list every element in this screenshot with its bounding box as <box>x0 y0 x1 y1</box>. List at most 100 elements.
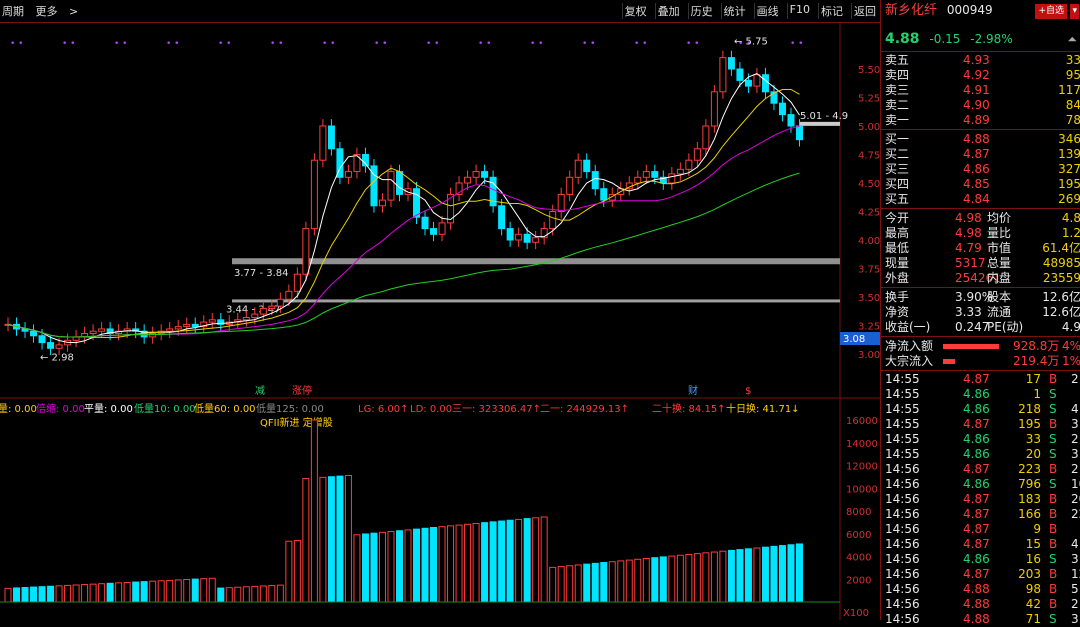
candle-body <box>557 193 565 212</box>
toolbar-button-2[interactable]: 历史 <box>687 3 715 19</box>
toolbar-button-0[interactable]: 复权 <box>621 3 649 19</box>
stat-label: 换手 <box>885 290 910 304</box>
tick-side: B <box>1049 597 1058 611</box>
ask-label: 卖三 <box>885 83 910 97</box>
signal-dot: • • <box>218 39 231 49</box>
toolbar-button-4[interactable]: 画线 <box>753 3 781 19</box>
tick-price: 4.86 <box>963 402 990 416</box>
collapse-icon[interactable]: ⏶ <box>1067 32 1077 47</box>
tick-count: 2 <box>1071 462 1079 476</box>
indicator-d: 低量10: 0.00 <box>134 402 196 415</box>
kline-chart-svg[interactable]: 5.50 5.25 5.00 4.75 4.50 4.25 4.00 3.75 3.50 3.25… <box>0 22 880 620</box>
toolbar-button-7[interactable]: 返回 <box>851 3 878 19</box>
indicator-e: 低量60: 0.00 <box>194 402 256 415</box>
candle-body <box>259 307 267 315</box>
tick-count: 2 <box>1071 432 1079 446</box>
tick-volume: 42 <box>1025 597 1041 611</box>
candle-body <box>778 102 786 116</box>
volume-bar <box>574 564 582 603</box>
candle-body <box>166 328 174 332</box>
stat-value: 4.98 <box>955 211 982 225</box>
divider <box>881 336 1080 337</box>
tick-count: 22 <box>1071 507 1080 521</box>
tick-count: 4 <box>1071 537 1079 551</box>
volume-bar <box>753 547 761 603</box>
volume-tick-label: 2000 <box>846 575 871 586</box>
more-button[interactable]: 更多 > <box>36 5 87 18</box>
volume-bar <box>421 527 429 603</box>
tick-side: B <box>1049 507 1058 521</box>
volume-bar <box>744 548 752 603</box>
tick-row-15: 14:56 4.88 42 B 2 <box>885 597 1080 612</box>
ask-price: 4.93 <box>963 53 990 67</box>
tick-side: S <box>1049 402 1057 416</box>
toolbar-button-5[interactable]: F10 <box>786 3 812 19</box>
stat-value: 4.79 <box>955 241 982 255</box>
stock-header: 新乡化纤 000949 +自选 ▾ <box>885 3 1080 19</box>
volume-bar <box>200 578 208 603</box>
toolbar-button-6[interactable]: 标记 <box>818 3 845 19</box>
volume-bar <box>710 551 718 603</box>
tick-side: B <box>1049 462 1058 476</box>
volume-bar <box>106 582 114 603</box>
volume-bar <box>293 539 301 603</box>
candle-body <box>761 74 769 93</box>
tick-row-10: 14:56 4.87 9 B <box>885 522 1080 537</box>
ask-label: 卖一 <box>885 113 910 127</box>
volume-unit: X100 <box>843 608 869 619</box>
volume-bar <box>472 522 480 603</box>
volume-bar <box>600 562 608 603</box>
volume-bar <box>208 577 216 603</box>
indicator-b: 倍缩: 0.00 <box>36 402 85 415</box>
bid-volume: 269 <box>1058 192 1080 206</box>
volume-bar <box>361 533 369 603</box>
stat-label: 今开 <box>885 211 910 225</box>
chart-mark: 财 <box>688 384 698 397</box>
volume-bar <box>498 520 506 603</box>
candle-body <box>795 125 803 141</box>
tick-price: 4.86 <box>963 477 990 491</box>
tick-volume: 9 <box>1033 522 1041 536</box>
candle-body <box>251 313 259 319</box>
tick-side: B <box>1049 372 1058 386</box>
volume-bar <box>702 552 710 603</box>
stat-label: 最低 <box>885 241 910 255</box>
tick-volume: 15 <box>1025 537 1041 551</box>
candle-body <box>642 171 650 178</box>
tick-side: B <box>1049 582 1058 596</box>
volume-bar <box>481 522 489 603</box>
stat-label: 均价 <box>987 211 1012 225</box>
tick-time: 14:56 <box>885 537 920 551</box>
signal-dot: • • <box>582 39 595 49</box>
volume-bar <box>47 585 55 603</box>
flow-row-0: 净流入额 928.8万 4% <box>885 339 1080 354</box>
toolbar-button-1[interactable]: 叠加 <box>654 3 682 19</box>
ask-label: 卖五 <box>885 53 910 67</box>
volume-bar <box>217 587 225 603</box>
period-button[interactable]: 周期 <box>2 5 24 18</box>
tick-row-4: 14:55 4.86 33 S 2 <box>885 432 1080 447</box>
price-change-pct: -2.98% <box>970 32 1013 46</box>
tick-price: 4.86 <box>963 552 990 566</box>
candle-body <box>327 125 335 150</box>
chevron-down-icon[interactable]: ▾ <box>1070 4 1079 19</box>
stat-label: 现量 <box>885 256 910 270</box>
candle-body <box>395 171 403 195</box>
tick-volume: 20 <box>1025 447 1041 461</box>
volume-bar <box>140 581 148 603</box>
volume-tick-label: 6000 <box>846 530 871 541</box>
tick-count: 3 <box>1071 417 1079 431</box>
indicator-i: 三一: 323306.47↑ <box>452 404 541 415</box>
tick-volume: 223 <box>1018 462 1041 476</box>
toolbar-button-3[interactable]: 统计 <box>720 3 748 19</box>
candle-body <box>310 159 318 230</box>
add-watchlist-button[interactable]: +自选 <box>1035 4 1067 19</box>
volume-bar <box>532 517 540 603</box>
tick-volume: 796 <box>1018 477 1041 491</box>
tick-volume: 17 <box>1025 372 1041 386</box>
ask-row-1: 卖四 4.92 95 <box>885 68 1080 83</box>
stat-label: 最高 <box>885 226 910 240</box>
tick-count: 5 <box>1071 582 1079 596</box>
ask-volume: 95 <box>1065 68 1080 82</box>
kline-chart-panel[interactable]: 5.50 5.25 5.00 4.75 4.50 4.25 4.00 3.75 3.50 3.25… <box>0 22 880 620</box>
